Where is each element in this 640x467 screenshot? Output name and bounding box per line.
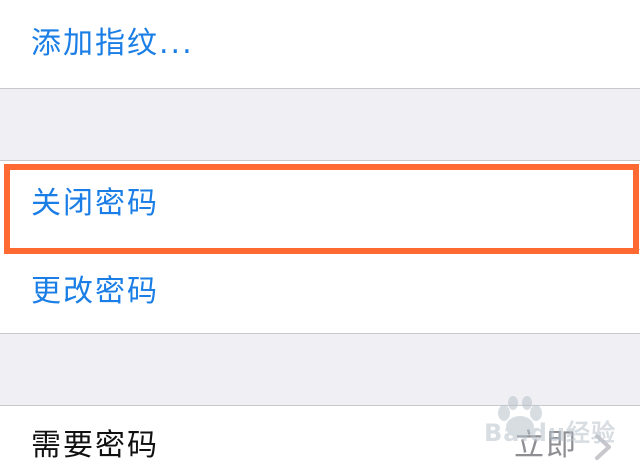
require-passcode-label: 需要密码 (31, 428, 159, 463)
passcode-group: 关闭密码 更改密码 (0, 161, 640, 333)
turn-off-passcode-label: 关闭密码 (31, 186, 159, 221)
turn-off-passcode-row[interactable]: 关闭密码 (0, 161, 640, 249)
group-bottom-separator (0, 333, 640, 334)
chevron-right-icon (595, 434, 611, 460)
change-passcode-row[interactable]: 更改密码 (0, 250, 640, 333)
add-fingerprint-label: 添加指纹... (31, 26, 194, 61)
fingerprint-group: 添加指纹... (0, 0, 640, 88)
add-fingerprint-row[interactable]: 添加指纹... (0, 0, 640, 88)
group-bottom-separator (0, 88, 640, 89)
change-passcode-label: 更改密码 (31, 274, 159, 309)
require-passcode-value: 立即 (514, 428, 578, 463)
